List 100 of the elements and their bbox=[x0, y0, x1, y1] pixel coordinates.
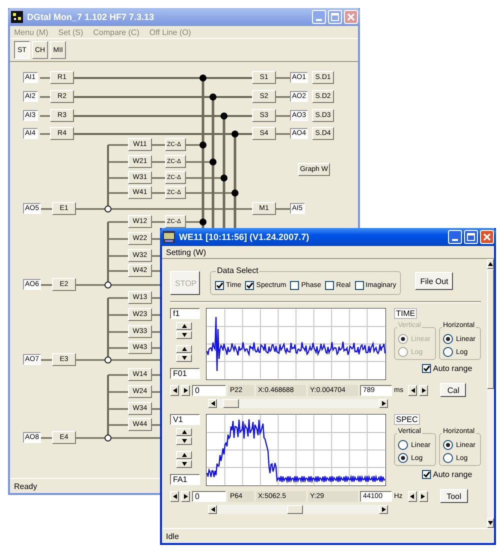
left-arrow-button[interactable] bbox=[170, 384, 179, 396]
start-field[interactable]: 0 bbox=[192, 384, 226, 396]
radio-button[interactable] bbox=[443, 440, 453, 450]
checkbox[interactable] bbox=[325, 281, 334, 290]
triangle-left-icon bbox=[210, 401, 214, 406]
wire-line bbox=[76, 284, 105, 286]
right-arrow-button[interactable] bbox=[181, 384, 190, 396]
file-out-button[interactable]: File Out bbox=[415, 272, 454, 290]
spin-up-button[interactable] bbox=[176, 428, 192, 436]
minimize-button[interactable] bbox=[448, 230, 462, 244]
wire-line bbox=[40, 284, 52, 286]
group-title: Data Select bbox=[216, 266, 260, 275]
spin-up-button[interactable] bbox=[176, 345, 192, 353]
spin-down-button[interactable] bbox=[176, 331, 192, 339]
right-arrow-button[interactable] bbox=[181, 490, 190, 502]
maximize-icon bbox=[331, 13, 339, 21]
triangle-right-icon bbox=[422, 388, 426, 392]
checkmark-icon bbox=[423, 471, 430, 478]
close-icon bbox=[347, 13, 355, 21]
wire-line bbox=[152, 297, 160, 299]
junction-node bbox=[104, 434, 112, 442]
range-field[interactable]: FA1 bbox=[170, 474, 200, 485]
junction-dot bbox=[232, 190, 238, 196]
triangle-up-icon bbox=[182, 324, 186, 328]
radio-button[interactable] bbox=[443, 453, 453, 463]
channel-field[interactable]: f1 bbox=[170, 308, 200, 319]
radio-button[interactable] bbox=[443, 334, 453, 344]
channel-field[interactable]: V1 bbox=[170, 414, 200, 425]
scrollbar-thumb[interactable] bbox=[223, 399, 239, 408]
triangle-left-icon bbox=[410, 494, 414, 498]
minimize-icon bbox=[316, 19, 322, 21]
radio-button[interactable] bbox=[398, 440, 408, 450]
wire-line bbox=[152, 270, 160, 272]
checkmark-icon bbox=[246, 282, 254, 289]
triangle-down-icon bbox=[182, 333, 186, 337]
radio-button[interactable] bbox=[398, 453, 408, 463]
triangle-down-icon bbox=[182, 462, 186, 466]
triangle-up-icon bbox=[182, 347, 186, 351]
panel-button[interactable]: Tool bbox=[440, 489, 468, 503]
wire-line bbox=[276, 133, 290, 135]
status-text: Ready bbox=[14, 482, 38, 490]
panel-button[interactable]: Cal bbox=[440, 383, 466, 397]
left-arrow-button[interactable] bbox=[170, 490, 179, 502]
range-field[interactable]: F01 bbox=[170, 368, 200, 379]
maximize-button[interactable] bbox=[464, 230, 478, 244]
right-arrow-button[interactable] bbox=[419, 384, 428, 396]
junction-node bbox=[104, 356, 112, 364]
left-arrow-button[interactable] bbox=[408, 490, 417, 502]
junction-dot bbox=[210, 158, 216, 166]
triangle-down-icon bbox=[488, 521, 493, 525]
checkbox[interactable] bbox=[354, 281, 364, 290]
wire-line bbox=[152, 374, 160, 376]
checkbox[interactable] bbox=[215, 281, 224, 290]
wire-line bbox=[152, 424, 160, 426]
junction-dot bbox=[200, 74, 206, 82]
triangle-right-icon bbox=[421, 494, 426, 498]
window-title: WE11 [10:11:56] (V1.24.2007.7) bbox=[179, 232, 310, 242]
triangle-up-icon bbox=[182, 453, 186, 457]
wire-line bbox=[152, 314, 160, 316]
radio-button[interactable] bbox=[443, 347, 453, 357]
spin-up-button[interactable] bbox=[176, 451, 192, 459]
start-field[interactable]: 0 bbox=[192, 490, 226, 502]
triangle-right-icon bbox=[382, 401, 386, 406]
minimize-icon bbox=[452, 239, 458, 241]
wire-line bbox=[76, 359, 105, 361]
spin-up-button[interactable] bbox=[176, 322, 192, 330]
junction-dot bbox=[210, 94, 216, 100]
menu-item[interactable]: Setting (W) bbox=[166, 248, 206, 256]
checkbox[interactable] bbox=[290, 281, 300, 290]
junction-node bbox=[104, 282, 112, 288]
triangle-up-icon bbox=[488, 262, 493, 266]
checkbox[interactable] bbox=[245, 281, 254, 290]
spin-down-button[interactable] bbox=[176, 437, 192, 445]
checkbox-label: Auto range bbox=[433, 470, 472, 479]
plot-name: TIME bbox=[394, 308, 418, 319]
checkbox[interactable] bbox=[422, 470, 431, 479]
wire-line bbox=[40, 359, 52, 361]
wire-line bbox=[152, 391, 160, 393]
triangle-up-icon bbox=[182, 430, 186, 434]
wire-line bbox=[152, 238, 160, 240]
scrollbar-thumb[interactable] bbox=[287, 505, 303, 514]
wire-line bbox=[111, 437, 160, 439]
app-icon bbox=[11, 11, 23, 23]
app-icon bbox=[163, 231, 175, 243]
wire-line bbox=[276, 77, 290, 79]
triangle-left-icon bbox=[410, 388, 415, 392]
checkbox[interactable] bbox=[422, 364, 431, 373]
triangle-left-icon bbox=[172, 494, 176, 498]
close-icon bbox=[483, 233, 491, 241]
wire-line bbox=[152, 255, 160, 257]
triangle-left-icon bbox=[172, 388, 176, 392]
checkbox-label: Auto range bbox=[433, 364, 472, 373]
plot-name: SPEC bbox=[394, 414, 420, 425]
junction-dot bbox=[200, 218, 206, 226]
wire-line bbox=[40, 77, 50, 79]
spin-down-button[interactable] bbox=[176, 460, 192, 468]
right-arrow-button[interactable] bbox=[418, 490, 428, 502]
spin-down-button[interactable] bbox=[176, 354, 192, 362]
close-button[interactable] bbox=[480, 230, 494, 244]
left-arrow-button[interactable] bbox=[408, 384, 418, 396]
